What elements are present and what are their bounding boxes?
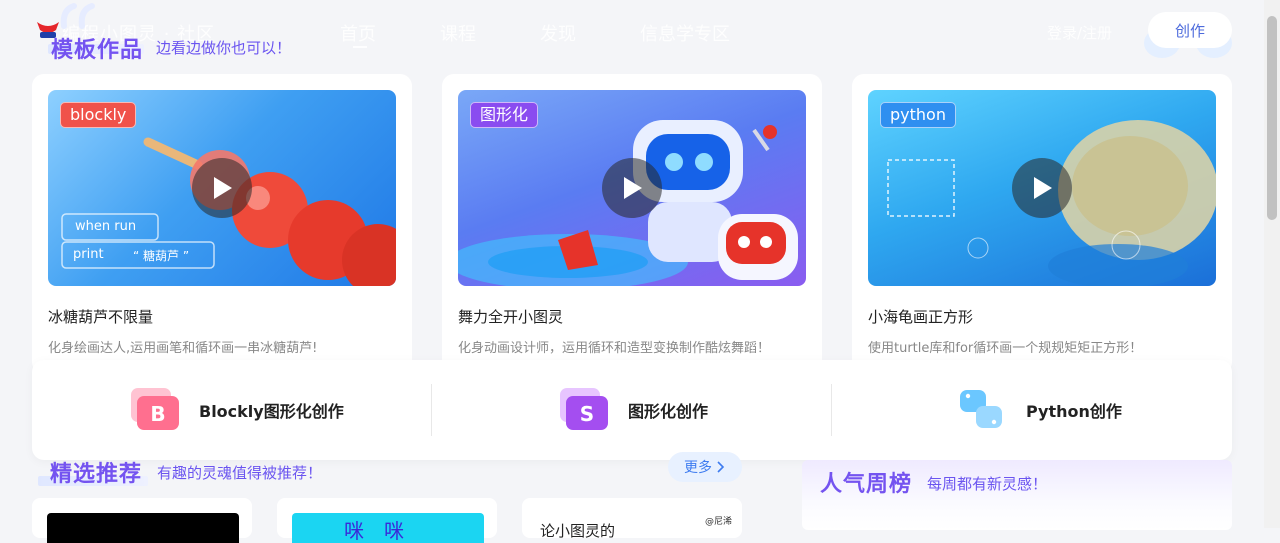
scrollbar-thumb[interactable] [1267, 16, 1277, 220]
card-description: 化身动画设计师，运用循环和造型变换制作酷炫舞蹈！ [458, 341, 771, 356]
code-block-print: print [73, 247, 104, 262]
nav-active-indicator [353, 46, 367, 48]
card-description: 使用turtle库和for循环画一个规规矩矩正方形！ [868, 341, 1143, 356]
card-description: 化身绘画达人,运用画笔和循环画一串冰糖葫芦! [48, 341, 318, 356]
more-button[interactable]: 更多 [668, 452, 742, 482]
play-button[interactable] [1012, 158, 1072, 218]
template-card-python[interactable]: python 小海龟画正方形 使用turtle库和for循环画一个规规矩矩正方形… [852, 74, 1232, 374]
templates-title: 模板作品 [51, 38, 144, 63]
page-scrollbar[interactable] [1264, 0, 1280, 528]
python-logo-icon [960, 390, 1002, 428]
chevron-right-icon [717, 461, 725, 473]
featured-subtitle: 有趣的灵魂值得被推荐！ [157, 464, 323, 482]
card-title[interactable]: 舞力全开小图灵 [458, 306, 563, 327]
card-thumbnail [47, 513, 239, 543]
play-icon [624, 177, 642, 199]
recommend-card[interactable]: 咪 咪 [277, 498, 497, 543]
nav-courses[interactable]: 课程 [440, 20, 476, 46]
ranking-subtitle: 每周都有新灵感！ [927, 475, 1048, 493]
play-button[interactable] [192, 158, 252, 218]
creation-label[interactable]: 图形化创作 [628, 398, 708, 422]
tag-badge: blockly [60, 102, 137, 128]
creation-entry-bar: B Blockly图形化创作 S 图形化创作 Python创作 [32, 360, 1232, 460]
templates-subtitle: 边看边做你也可以！ [156, 39, 292, 57]
template-card-graphical[interactable]: 图形化 舞力全开小图灵 化身动画设计师，运用循环和造型变换制作酷炫舞蹈！ [442, 74, 822, 374]
featured-title: 精选推荐 [50, 462, 143, 487]
blockly-create-entry[interactable]: B Blockly图形化创作 [127, 360, 344, 460]
tag-badge: python [880, 102, 956, 128]
thumb-text: 咪 咪 [344, 519, 404, 543]
author-tag: @尼浠 [705, 517, 733, 527]
creation-label[interactable]: Blockly图形化创作 [199, 398, 344, 422]
divider [831, 384, 832, 436]
card-thumbnail[interactable]: when run print “ 糖葫芦 ” blockly [48, 90, 396, 286]
python-create-entry[interactable]: Python创作 [954, 360, 1122, 460]
login-register-link[interactable]: 登录/注册 [1047, 22, 1112, 43]
card-thumbnail: 咪 咪 [292, 513, 484, 543]
graphical-s-icon: S [560, 388, 608, 430]
nav-discover[interactable]: 发现 [540, 20, 576, 46]
card-thumbnail[interactable]: python [868, 90, 1216, 286]
play-icon [214, 177, 232, 199]
card-title[interactable]: 冰糖葫芦不限量 [48, 306, 153, 327]
ranking-title: 人气周榜 [820, 472, 913, 497]
creation-label[interactable]: Python创作 [1026, 398, 1122, 422]
divider [431, 384, 432, 436]
play-icon [1034, 177, 1052, 199]
card-title[interactable]: 小海龟画正方形 [868, 306, 973, 327]
recommend-card[interactable]: 论小图灵的 @尼浠 [522, 498, 742, 540]
more-label: 更多 [684, 460, 712, 476]
create-button[interactable]: 创作 [1148, 12, 1232, 48]
play-button[interactable] [602, 158, 662, 218]
quote-decoration-icon [60, 3, 95, 29]
recommend-card[interactable] [32, 498, 252, 543]
blockly-b-icon: B [131, 388, 179, 430]
thumb-text: 论小图灵的 [540, 522, 616, 540]
nav-home[interactable]: 首页 [340, 20, 376, 46]
svg-text:S: S [580, 402, 594, 426]
tag-badge: 图形化 [470, 102, 539, 128]
svg-text:B: B [150, 402, 165, 426]
nav-informatics[interactable]: 信息学专区 [640, 20, 730, 46]
graphical-create-entry[interactable]: S 图形化创作 [556, 360, 708, 460]
card-thumbnail[interactable]: 图形化 [458, 90, 806, 286]
code-block-string: “ 糖葫芦 ” [133, 249, 190, 263]
template-card-blockly[interactable]: when run print “ 糖葫芦 ” blockly 冰糖葫芦不限量 化… [32, 74, 412, 374]
code-block-when-run: when run [75, 219, 137, 234]
